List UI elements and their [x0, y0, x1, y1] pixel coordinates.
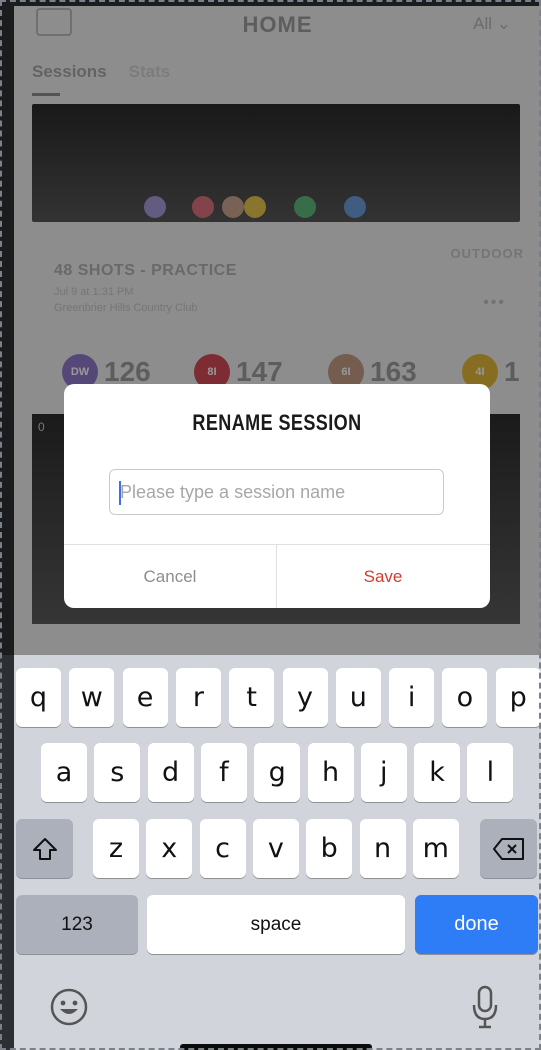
key-w[interactable]: w: [69, 668, 115, 727]
emoji-icon: [50, 988, 88, 1026]
backspace-icon: [492, 837, 524, 860]
on-screen-keyboard: qwertyuiop asdfghjkl zxcvbnm 123 space don…: [14, 655, 541, 1050]
backspace-key[interactable]: [480, 819, 537, 878]
emoji-key[interactable]: [49, 987, 89, 1032]
key-h[interactable]: h: [307, 743, 354, 802]
key-t[interactable]: t: [229, 668, 275, 727]
done-key[interactable]: done: [415, 895, 538, 954]
key-r[interactable]: r: [175, 668, 221, 727]
key-x[interactable]: x: [146, 819, 193, 878]
key-b[interactable]: b: [306, 819, 353, 878]
dialog-title: RENAME SESSION: [192, 410, 362, 435]
key-s[interactable]: s: [94, 743, 141, 802]
key-g[interactable]: g: [254, 743, 301, 802]
key-a[interactable]: a: [41, 743, 87, 802]
key-k[interactable]: k: [414, 743, 461, 802]
shift-key[interactable]: [16, 819, 73, 878]
key-m[interactable]: m: [412, 819, 459, 878]
key-l[interactable]: l: [467, 743, 514, 802]
key-d[interactable]: d: [147, 743, 194, 802]
shift-icon: [32, 837, 57, 860]
key-v[interactable]: v: [252, 819, 299, 878]
home-indicator: [180, 1044, 372, 1050]
key-i[interactable]: i: [389, 668, 435, 727]
key-n[interactable]: n: [359, 819, 406, 878]
key-z[interactable]: z: [93, 819, 139, 878]
key-j[interactable]: j: [360, 743, 407, 802]
key-c[interactable]: c: [199, 819, 246, 878]
key-y[interactable]: y: [282, 668, 328, 727]
key-o[interactable]: o: [442, 668, 488, 727]
rename-session-dialog: RENAME SESSION Cancel Save: [64, 384, 490, 608]
session-name-input[interactable]: [109, 469, 444, 515]
cancel-button[interactable]: Cancel: [64, 545, 276, 608]
dictation-key[interactable]: [471, 985, 499, 1034]
save-button[interactable]: Save: [277, 545, 489, 608]
key-p[interactable]: p: [495, 668, 541, 727]
text-cursor: [119, 481, 121, 505]
numbers-key[interactable]: 123: [16, 895, 138, 954]
key-e[interactable]: e: [122, 668, 168, 727]
microphone-icon: [472, 985, 498, 1029]
key-u[interactable]: u: [335, 668, 381, 727]
key-q[interactable]: q: [16, 668, 61, 727]
space-key[interactable]: space: [147, 895, 405, 954]
key-f[interactable]: f: [200, 743, 247, 802]
